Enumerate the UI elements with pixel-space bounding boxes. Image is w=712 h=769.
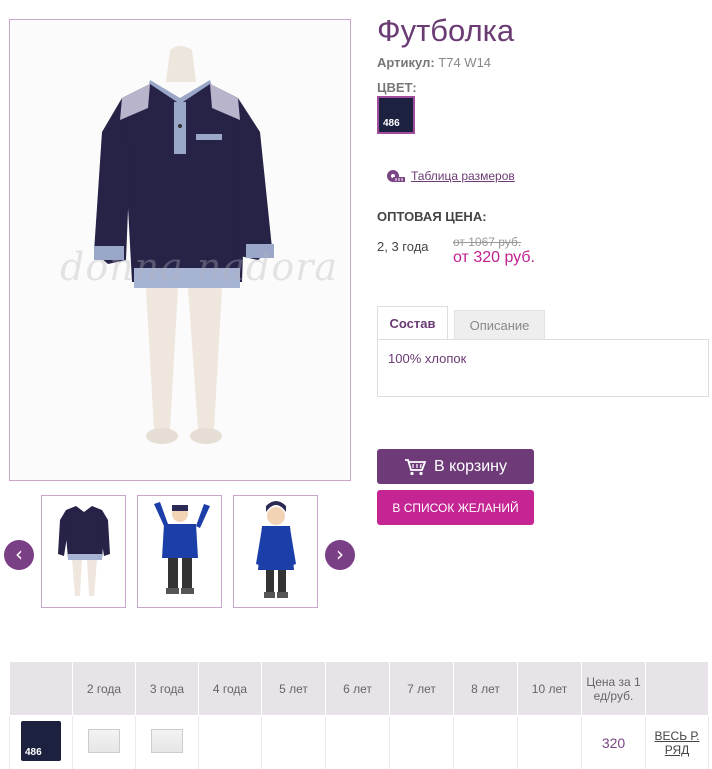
thumbnail-2[interactable] [137, 495, 222, 608]
row-color-swatch: 486 [21, 721, 61, 761]
size-table-link-label[interactable]: Таблица размеров [411, 169, 515, 183]
header-size: 5 лет [261, 661, 326, 716]
empty-cell [389, 715, 454, 769]
empty-cell [325, 715, 390, 769]
table-row: 486 320 ВЕСЬ Р. РЯД [9, 715, 709, 769]
tab-content: 100% хлопок [377, 339, 709, 397]
header-size: 6 лет [325, 661, 390, 716]
row-color-code: 486 [25, 747, 42, 758]
header-color [9, 661, 73, 716]
row-link-cell: ВЕСЬ Р. РЯД [645, 715, 709, 769]
empty-cell [453, 715, 518, 769]
size-header-row: 2 года 3 года 4 года 5 лет 6 лет 7 лет 8… [9, 661, 709, 716]
row-color-cell: 486 [9, 715, 73, 769]
empty-cell [198, 715, 262, 769]
header-size: 4 года [198, 661, 262, 716]
thumbnail-1[interactable] [41, 495, 126, 608]
article-value: T74 W14 [438, 55, 492, 70]
row-price: 320 [581, 715, 646, 769]
color-swatch-selected[interactable]: 486 [377, 96, 415, 134]
thumbnail-carousel: ‹ › [0, 492, 360, 612]
header-price: Цена за 1 ед/руб. [581, 661, 646, 716]
add-to-wishlist-button[interactable]: В СПИСОК ЖЕЛАНИЙ [377, 490, 534, 525]
header-link [645, 661, 709, 716]
quantity-input-2[interactable] [88, 729, 120, 753]
new-price: от 320 руб. [453, 249, 535, 266]
qty-cell [72, 715, 136, 769]
cart-icon [404, 458, 426, 475]
header-size: 3 года [135, 661, 199, 716]
photo-watermark: donna nadora [60, 245, 339, 289]
old-price: от 1067 руб. [453, 235, 522, 249]
size-table-link[interactable]: Таблица размеров [386, 169, 515, 183]
empty-cell [261, 715, 326, 769]
article-label: Артикул: [377, 55, 435, 70]
color-code: 486 [383, 118, 400, 129]
price-ages: 2, 3 года [377, 239, 429, 254]
product-article: Артикул: T74 W14 [377, 55, 491, 70]
add-to-cart-label: В корзину [433, 457, 508, 475]
qty-cell [135, 715, 199, 769]
header-size: 7 лет [389, 661, 454, 716]
chevron-right-icon[interactable]: › [325, 540, 355, 570]
header-size: 10 лет [517, 661, 582, 716]
header-size: 8 лет [453, 661, 518, 716]
wholesale-price-label: ОПТОВАЯ ЦЕНА: [377, 209, 487, 224]
quantity-input-3[interactable] [151, 729, 183, 753]
add-to-cart-button[interactable]: В корзину [377, 449, 534, 484]
tab-composition[interactable]: Состав [377, 306, 448, 340]
empty-cell [517, 715, 582, 769]
product-title: Футболка [377, 13, 515, 48]
header-size: 2 года [72, 661, 136, 716]
tab-description[interactable]: Описание [454, 310, 545, 340]
color-label: ЦВЕТ: [377, 80, 417, 95]
main-product-photo[interactable]: donna nadora [9, 19, 351, 481]
thumbnail-3[interactable] [233, 495, 318, 608]
chevron-left-icon[interactable]: ‹ [4, 540, 34, 570]
size-order-table: 2 года 3 года 4 года 5 лет 6 лет 7 лет 8… [9, 661, 709, 769]
full-size-range-link[interactable]: ВЕСЬ Р. РЯД [655, 729, 700, 757]
measuring-tape-icon [387, 170, 405, 182]
